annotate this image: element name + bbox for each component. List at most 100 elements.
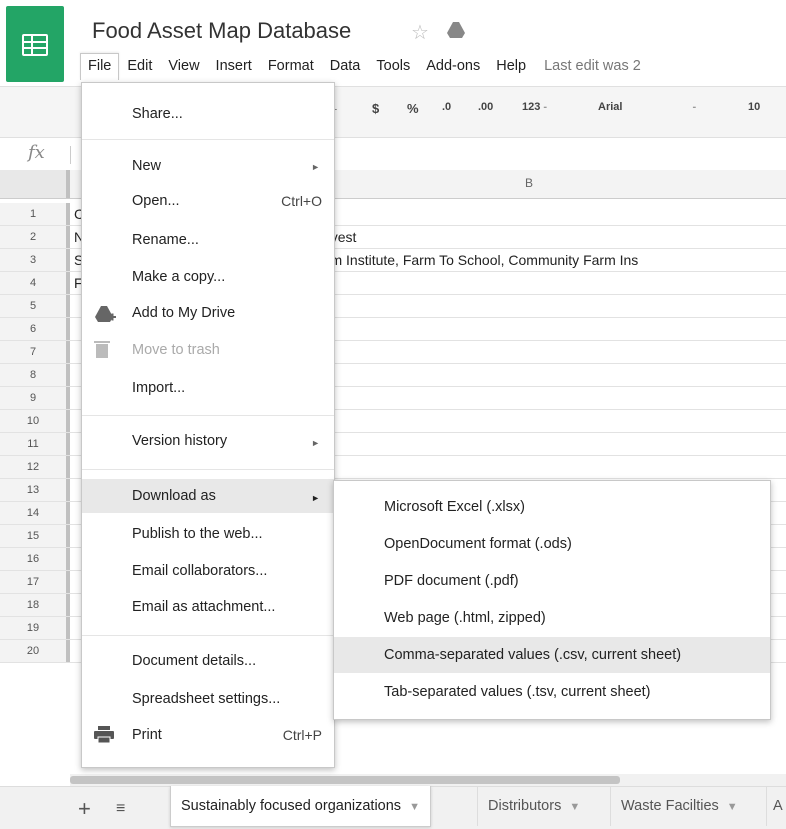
font-family-value: Arial xyxy=(598,101,623,113)
more-formats-button[interactable]: 123 - xyxy=(522,101,547,113)
menu-email-attachment[interactable]: Email as attachment... xyxy=(132,599,275,615)
row-number[interactable]: 3 xyxy=(0,249,70,271)
row-number[interactable]: 6 xyxy=(0,318,70,340)
menu-divider xyxy=(82,415,334,416)
add-sheet-icon[interactable]: + xyxy=(78,796,91,822)
menu-publish[interactable]: Publish to the web... xyxy=(132,526,263,542)
menu-document-details[interactable]: Document details... xyxy=(132,653,256,669)
chevron-down-icon[interactable]: ▼ xyxy=(569,801,580,813)
download-submenu: Microsoft Excel (.xlsx) OpenDocument for… xyxy=(333,480,771,720)
menu-view[interactable]: View xyxy=(160,53,207,79)
chevron-down-icon[interactable]: ▼ xyxy=(409,801,420,813)
menu-email-collaborators[interactable]: Email collaborators... xyxy=(132,563,267,579)
submenu-arrow-icon: ► xyxy=(311,438,320,448)
last-edit-link[interactable]: Last edit was 2 xyxy=(534,58,641,74)
sheets-logo[interactable] xyxy=(6,6,64,82)
scrollbar-thumb[interactable] xyxy=(70,776,620,784)
column-header-b[interactable]: B xyxy=(272,176,786,190)
menu-make-copy[interactable]: Make a copy... xyxy=(132,269,225,285)
sheet-tab-distributors[interactable]: Distributors ▼ xyxy=(477,786,590,826)
menu-tools[interactable]: Tools xyxy=(368,53,418,79)
font-family-select[interactable]: Arial - xyxy=(598,101,696,113)
download-tsv[interactable]: Tab-separated values (.tsv, current shee… xyxy=(384,684,651,700)
row-number[interactable]: 15 xyxy=(0,525,70,547)
decrease-decimal-button[interactable]: .0 xyxy=(442,101,451,113)
cell-b[interactable] xyxy=(272,433,786,455)
sheet-tab-label: Sustainably focused organizations xyxy=(181,798,402,814)
menu-download-as[interactable]: Download as xyxy=(132,488,216,504)
row-number[interactable]: 13 xyxy=(0,479,70,501)
select-all-corner[interactable] xyxy=(0,170,70,198)
menu-rename[interactable]: Rename... xyxy=(132,232,199,248)
sheet-tab-label: Waste Facilties xyxy=(621,798,719,814)
menu-bar: File Edit View Insert Format Data Tools … xyxy=(80,52,641,80)
row-number[interactable]: 17 xyxy=(0,571,70,593)
file-menu: Share... New ► Open... Ctrl+O Rename... … xyxy=(81,82,335,768)
menu-new[interactable]: New xyxy=(132,158,161,174)
menu-share[interactable]: Share... xyxy=(132,106,183,122)
menu-data[interactable]: Data xyxy=(322,53,369,79)
cell-b[interactable] xyxy=(272,387,786,409)
percent-format-button[interactable]: % xyxy=(407,101,419,116)
star-icon[interactable]: ☆ xyxy=(411,20,429,45)
cell-b[interactable] xyxy=(272,295,786,317)
menu-version-history[interactable]: Version history xyxy=(132,433,227,449)
download-pdf[interactable]: PDF document (.pdf) xyxy=(384,573,519,589)
menu-help[interactable]: Help xyxy=(488,53,534,79)
menu-addons[interactable]: Add-ons xyxy=(418,53,488,79)
cell-b[interactable] xyxy=(272,341,786,363)
menu-divider xyxy=(82,139,334,140)
row-number[interactable]: 9 xyxy=(0,387,70,409)
sheet-tab-more[interactable]: A xyxy=(766,786,786,826)
all-sheets-icon[interactable]: ≡ xyxy=(116,800,125,818)
menu-open[interactable]: Open... xyxy=(132,193,180,209)
menu-insert[interactable]: Insert xyxy=(208,53,260,79)
menu-file[interactable]: File xyxy=(80,52,120,80)
cell-b[interactable]: Your Harvest xyxy=(272,226,786,248)
cell-b[interactable] xyxy=(272,456,786,478)
shortcut-ctrl-o: Ctrl+O xyxy=(281,193,322,209)
currency-format-button[interactable]: $ xyxy=(372,101,379,116)
document-title[interactable]: Food Asset Map Database xyxy=(92,18,351,44)
menu-import[interactable]: Import... xyxy=(132,380,185,396)
menu-edit[interactable]: Edit xyxy=(119,53,160,79)
increase-decimal-button[interactable]: .00 xyxy=(478,101,493,113)
cell-b[interactable]: ms xyxy=(272,203,786,225)
move-to-folder-icon[interactable] xyxy=(446,21,466,44)
download-xlsx[interactable]: Microsoft Excel (.xlsx) xyxy=(384,499,525,515)
menu-spreadsheet-settings[interactable]: Spreadsheet settings... xyxy=(132,691,280,707)
menu-print[interactable]: Print xyxy=(132,727,162,743)
font-size-select[interactable]: 10 xyxy=(748,101,760,113)
row-number[interactable]: 14 xyxy=(0,502,70,524)
row-number[interactable]: 11 xyxy=(0,433,70,455)
sheet-tab-waste[interactable]: Waste Facilties ▼ xyxy=(610,786,748,826)
download-html[interactable]: Web page (.html, zipped) xyxy=(384,610,546,626)
row-number[interactable]: 20 xyxy=(0,640,70,662)
cell-b[interactable] xyxy=(272,410,786,432)
row-number[interactable]: 2 xyxy=(0,226,70,248)
menu-add-to-drive[interactable]: Add to My Drive xyxy=(132,305,235,321)
download-csv[interactable]: Comma-separated values (.csv, current sh… xyxy=(384,647,681,663)
cell-b[interactable] xyxy=(272,318,786,340)
cell-b[interactable]: unity Farm Institute, Farm To School, Co… xyxy=(272,249,786,271)
cell-b[interactable]: ng xyxy=(272,272,786,294)
row-number[interactable]: 4 xyxy=(0,272,70,294)
sheet-tab-organizations[interactable]: Sustainably focused organizations ▼ xyxy=(170,786,431,827)
cell-b[interactable] xyxy=(272,364,786,386)
menu-divider xyxy=(82,469,334,470)
row-number[interactable]: 1 xyxy=(0,203,70,225)
row-number[interactable]: 8 xyxy=(0,364,70,386)
download-ods[interactable]: OpenDocument format (.ods) xyxy=(384,536,572,552)
submenu-arrow-icon: ► xyxy=(311,493,320,503)
row-number[interactable]: 19 xyxy=(0,617,70,639)
row-number[interactable]: 5 xyxy=(0,295,70,317)
row-number[interactable]: 7 xyxy=(0,341,70,363)
row-number[interactable]: 12 xyxy=(0,456,70,478)
chevron-down-icon[interactable]: ▼ xyxy=(727,801,738,813)
menu-format[interactable]: Format xyxy=(260,53,322,79)
row-number[interactable]: 10 xyxy=(0,410,70,432)
trash-icon xyxy=(94,340,110,363)
row-number[interactable]: 18 xyxy=(0,594,70,616)
row-number[interactable]: 16 xyxy=(0,548,70,570)
submenu-arrow-icon: ► xyxy=(311,162,320,172)
